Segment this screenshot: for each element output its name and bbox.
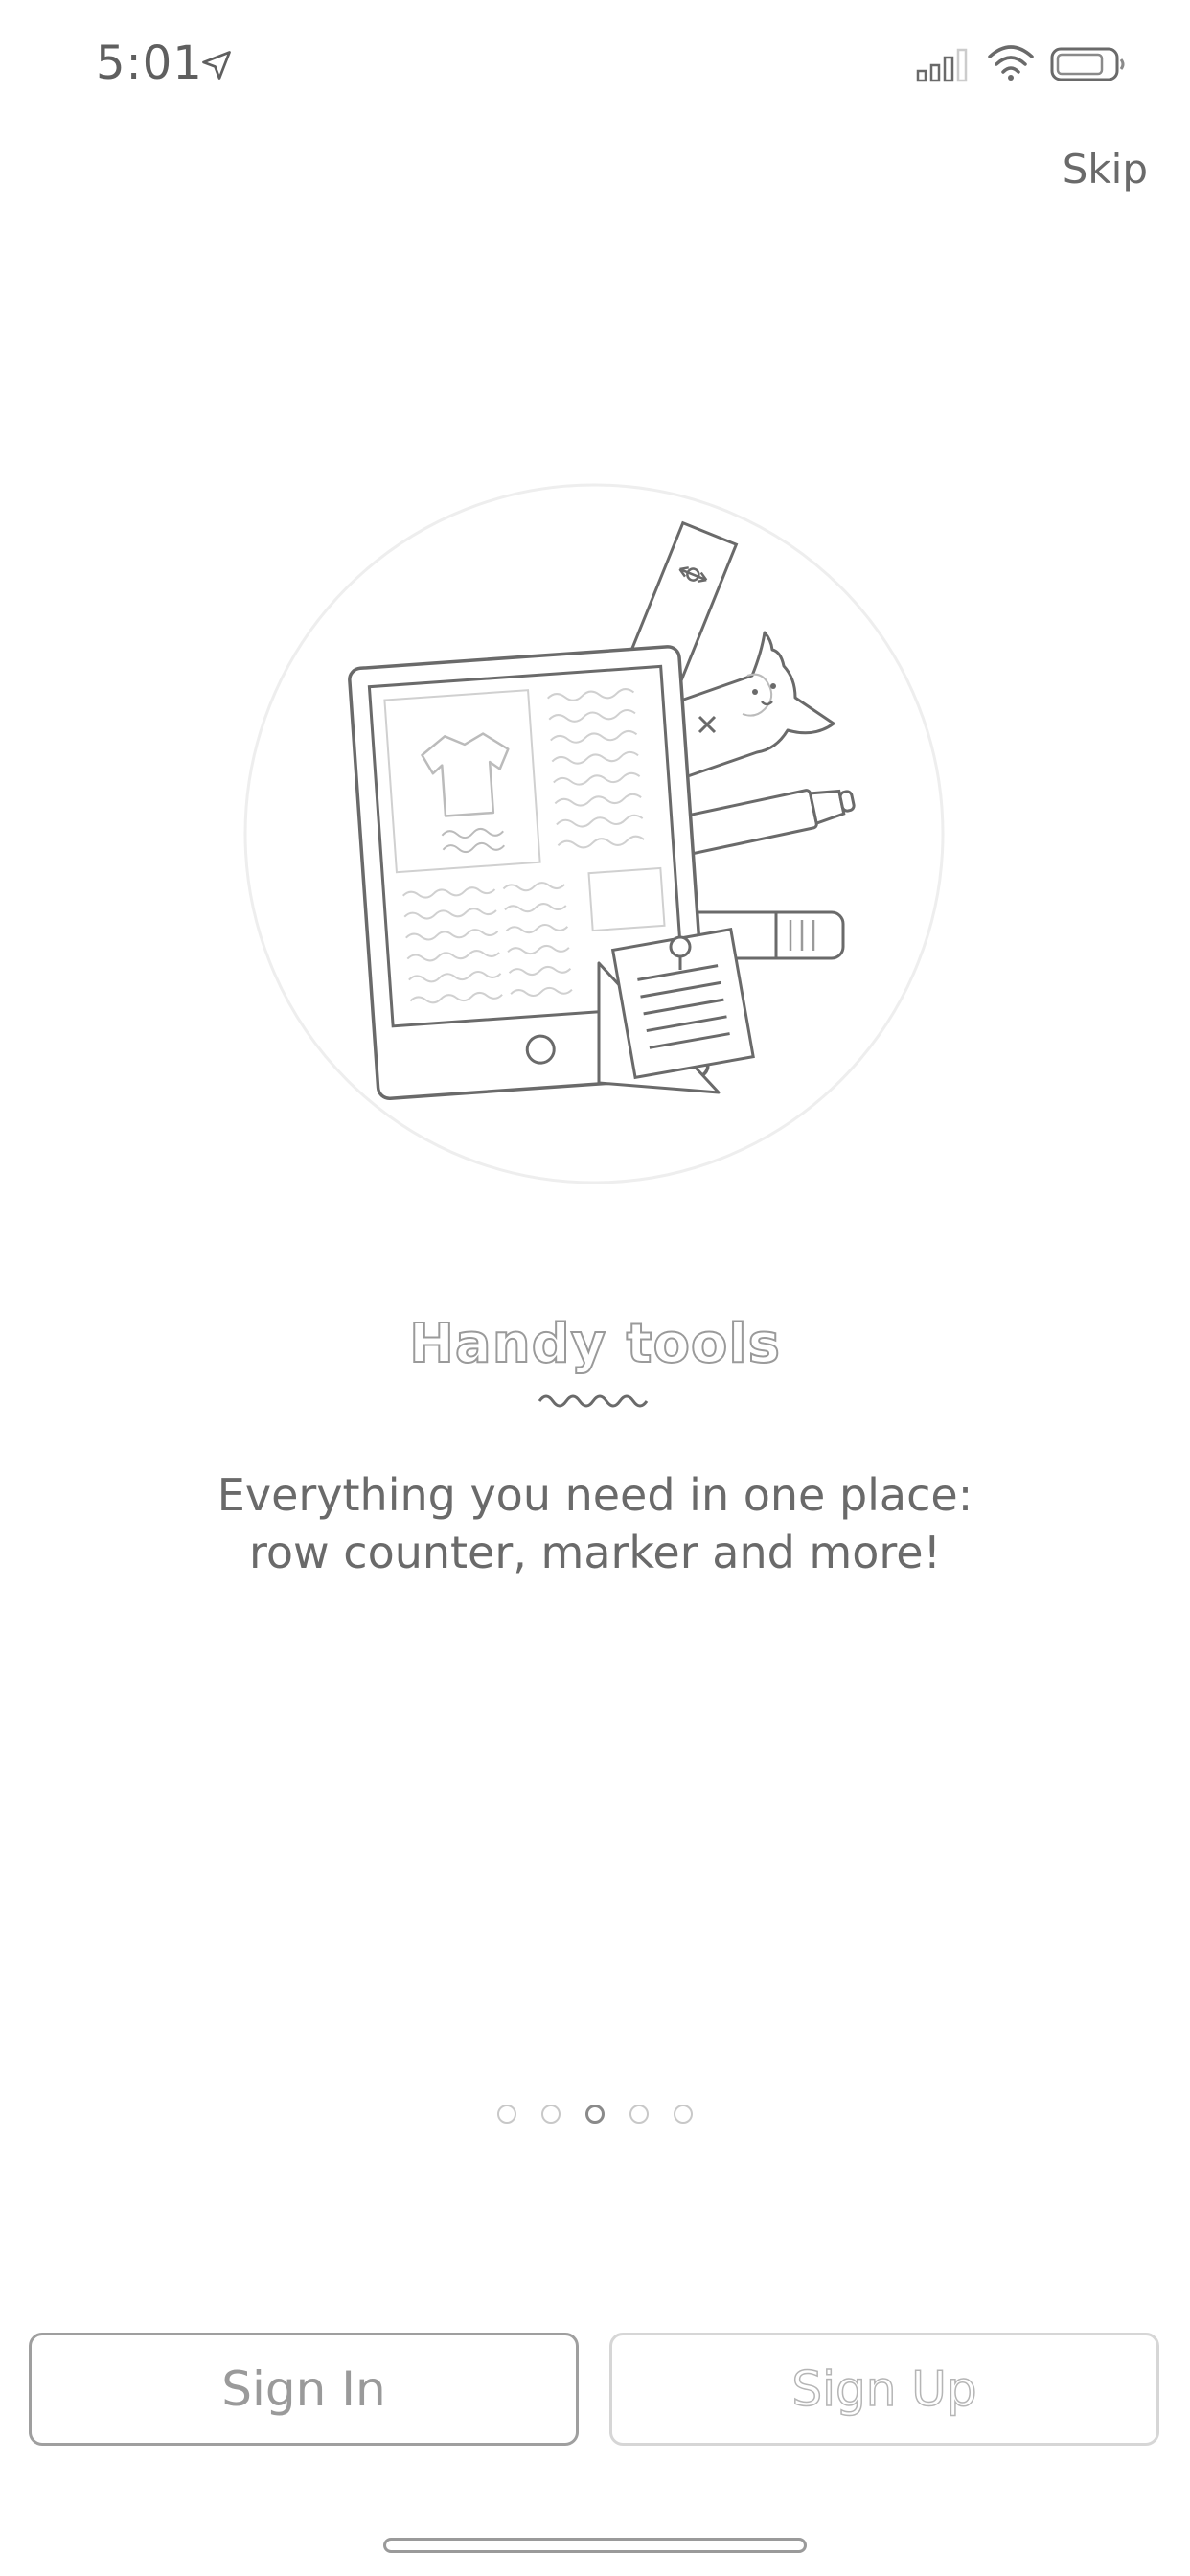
page-dot-3-active[interactable] (585, 2104, 605, 2124)
page-dot-1[interactable] (497, 2104, 516, 2124)
onboarding-description: Everything you need in one place: row co… (0, 1466, 1190, 1581)
description-line-1: Everything you need in one place: (217, 1469, 973, 1521)
page-indicator (0, 2104, 1190, 2131)
description-line-2: row counter, marker and more! (248, 1527, 942, 1578)
wifi-icon (988, 45, 1034, 80)
page-dot-4[interactable] (629, 2104, 649, 2124)
battery-icon (1050, 47, 1125, 81)
wave-underline-icon (538, 1394, 649, 1408)
cellular-signal-icon (916, 48, 968, 82)
skip-button[interactable]: Skip (1063, 146, 1148, 193)
page-dot-5[interactable] (674, 2104, 693, 2124)
sign-up-button[interactable]: Sign Up (609, 2333, 1159, 2446)
sticky-notes-icon (597, 927, 755, 1094)
onboarding-title: Handy tools (408, 1312, 781, 1376)
status-bar: 5:01 (0, 0, 1190, 134)
location-arrow-icon (202, 51, 231, 80)
onboarding-illustration (243, 483, 945, 1184)
sign-in-button[interactable]: Sign In (29, 2333, 579, 2446)
home-indicator (383, 2538, 807, 2553)
page-dot-2[interactable] (541, 2104, 561, 2124)
status-time: 5:01 (96, 36, 203, 90)
